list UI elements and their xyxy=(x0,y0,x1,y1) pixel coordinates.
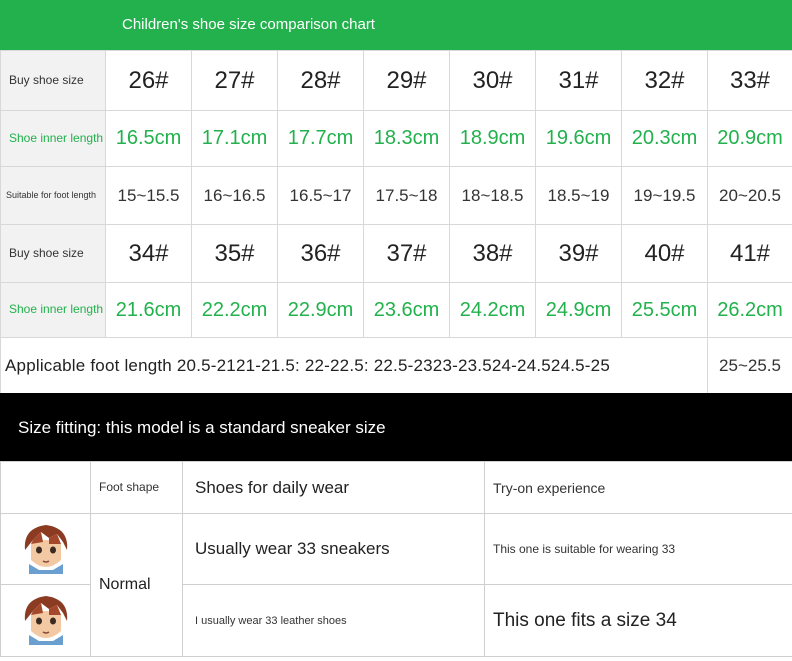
inner-length-label: Shoe inner length xyxy=(0,110,106,167)
fit-header-empty xyxy=(0,461,91,514)
size-cell: 35# xyxy=(191,224,278,283)
daily-wear-cell: Usually wear 33 sneakers xyxy=(182,513,485,585)
foot-length-cell: 18.5~19 xyxy=(535,166,622,225)
size-cell: 37# xyxy=(363,224,450,283)
size-cell: 33# xyxy=(707,50,792,111)
applicable-foot-last: 25~25.5 xyxy=(707,337,792,394)
size-comparison-table: Buy shoe size 26# 27# 28# 29# 30# 31# 32… xyxy=(0,50,792,394)
foot-length-cell: 19~19.5 xyxy=(621,166,708,225)
inner-length-cell: 17.7cm xyxy=(277,110,364,167)
inner-length-cell: 18.9cm xyxy=(449,110,536,167)
inner-length-cell: 16.5cm xyxy=(105,110,192,167)
try-on-cell: This one fits a size 34 xyxy=(484,584,792,657)
fit-banner-text: Size fitting: this model is a standard s… xyxy=(18,418,386,437)
foot-length-cell: 16.5~17 xyxy=(277,166,364,225)
anime-face-avatar-icon xyxy=(18,591,73,645)
foot-shape-header: Foot shape xyxy=(90,461,183,514)
foot-length-cell: 16~16.5 xyxy=(191,166,278,225)
buy-size-label: Buy shoe size xyxy=(0,50,106,111)
anime-face-avatar-icon xyxy=(18,519,73,574)
inner-length-cell: 19.6cm xyxy=(535,110,622,167)
inner-length-cell: 25.5cm xyxy=(621,282,708,338)
inner-length-label: Shoe inner length xyxy=(0,282,106,338)
daily-wear-header: Shoes for daily wear xyxy=(182,461,485,514)
avatar-cell xyxy=(0,584,91,657)
inner-length-cell: 18.3cm xyxy=(363,110,450,167)
fit-banner: Size fitting: this model is a standard s… xyxy=(0,393,792,461)
size-cell: 27# xyxy=(191,50,278,111)
inner-length-cell: 17.1cm xyxy=(191,110,278,167)
foot-type-cell: Normal xyxy=(90,513,183,657)
size-row-1: Buy shoe size 26# 27# 28# 29# 30# 31# 32… xyxy=(0,50,792,111)
inner-length-row-1: Shoe inner length 16.5cm 17.1cm 17.7cm 1… xyxy=(0,110,792,167)
buy-size-label: Buy shoe size xyxy=(0,224,106,283)
size-cell: 32# xyxy=(621,50,708,111)
try-on-cell: This one is suitable for wearing 33 xyxy=(484,513,792,585)
size-cell: 28# xyxy=(277,50,364,111)
size-cell: 39# xyxy=(535,224,622,283)
foot-length-cell: 18~18.5 xyxy=(449,166,536,225)
inner-length-cell: 23.6cm xyxy=(363,282,450,338)
foot-length-cell: 15~15.5 xyxy=(105,166,192,225)
size-cell: 34# xyxy=(105,224,192,283)
size-cell: 36# xyxy=(277,224,364,283)
suitable-foot-label: Suitable for foot length xyxy=(0,166,106,225)
inner-length-row-2: Shoe inner length 21.6cm 22.2cm 22.9cm 2… xyxy=(0,282,792,338)
fit-row-1: Normal Usually wear 33 sneakers This one… xyxy=(0,513,792,657)
fit-table: Foot shape Shoes for daily wear Try-on e… xyxy=(0,461,792,657)
size-cell: 31# xyxy=(535,50,622,111)
foot-length-cell: 17.5~18 xyxy=(363,166,450,225)
foot-length-cell: 20~20.5 xyxy=(707,166,792,225)
size-cell: 38# xyxy=(449,224,536,283)
applicable-foot-text: Applicable foot length 20.5-2121-21.5: 2… xyxy=(0,337,708,394)
size-cell: 26# xyxy=(105,50,192,111)
fit-header-row: Foot shape Shoes for daily wear Try-on e… xyxy=(0,461,792,514)
inner-length-cell: 22.9cm xyxy=(277,282,364,338)
size-cell: 41# xyxy=(707,224,792,283)
size-cell: 29# xyxy=(363,50,450,111)
applicable-foot-row: Applicable foot length 20.5-2121-21.5: 2… xyxy=(0,337,792,394)
chart-title: Children's shoe size comparison chart xyxy=(122,16,375,33)
inner-length-cell: 24.2cm xyxy=(449,282,536,338)
inner-length-cell: 20.9cm xyxy=(707,110,792,167)
inner-length-cell: 21.6cm xyxy=(105,282,192,338)
chart-title-bar: Children's shoe size comparison chart xyxy=(0,0,792,50)
inner-length-cell: 24.9cm xyxy=(535,282,622,338)
avatar-cell xyxy=(0,513,91,585)
foot-length-row: Suitable for foot length 15~15.5 16~16.5… xyxy=(0,166,792,225)
size-cell: 40# xyxy=(621,224,708,283)
try-on-header: Try-on experience xyxy=(484,461,792,514)
inner-length-cell: 20.3cm xyxy=(621,110,708,167)
daily-wear-cell: I usually wear 33 leather shoes xyxy=(182,584,485,657)
size-row-2: Buy shoe size 34# 35# 36# 37# 38# 39# 40… xyxy=(0,224,792,283)
size-cell: 30# xyxy=(449,50,536,111)
inner-length-cell: 22.2cm xyxy=(191,282,278,338)
inner-length-cell: 26.2cm xyxy=(707,282,792,338)
